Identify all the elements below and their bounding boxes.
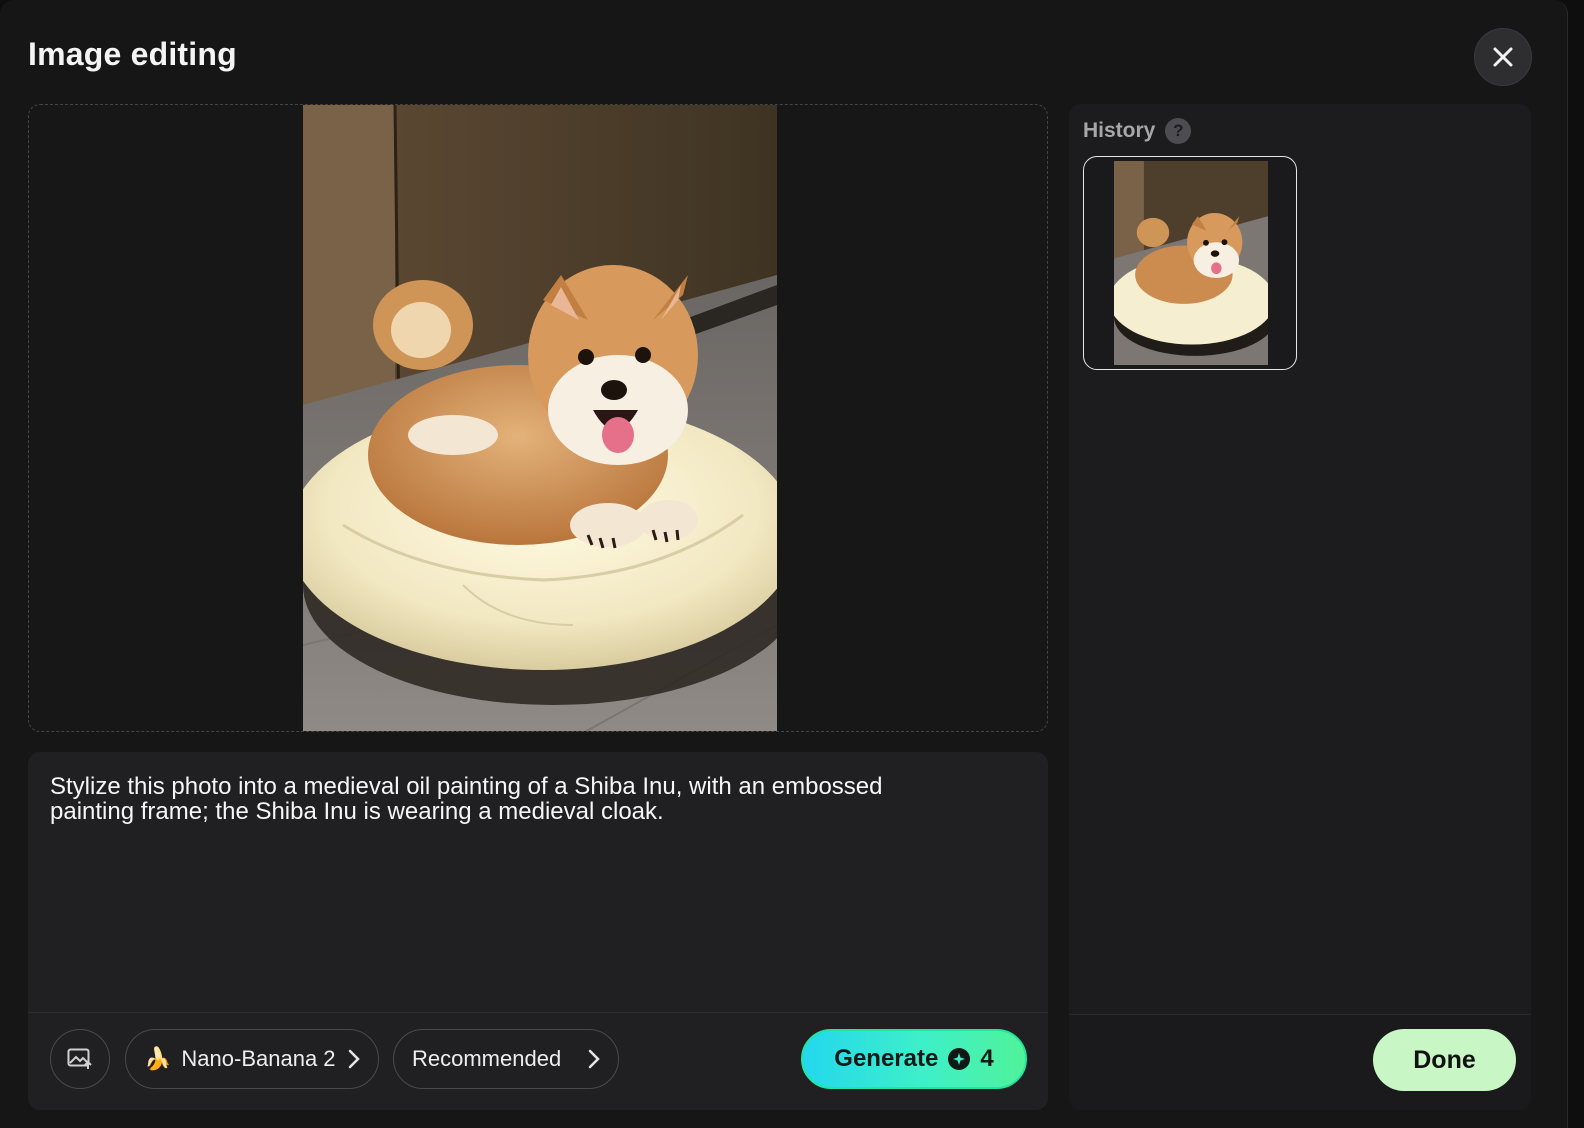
image-canvas[interactable] [28,104,1048,732]
generate-cost: 4 [980,1045,994,1072]
credit-icon [948,1048,971,1070]
banana-icon: 🍌 [144,1046,172,1071]
image-editing-modal: Image editing Stylize this photo into a … [0,0,1568,1128]
history-panel: History ? Done [1069,104,1531,1110]
style-label: Recommended [412,1046,562,1071]
chevron-right-icon [588,1049,600,1069]
history-footer: Done [1069,1014,1531,1110]
image-upload-icon [67,1048,92,1069]
upload-image-button[interactable] [50,1029,110,1089]
prompt-toolbar: 🍌 Nano-Banana 2 Recommended Generate 4 [28,1012,1048,1110]
history-thumbnail-image [1114,161,1268,365]
model-selector[interactable]: 🍌 Nano-Banana 2 [125,1029,379,1089]
generate-label: Generate [834,1045,939,1072]
history-thumbnail[interactable] [1083,156,1297,370]
modal-title: Image editing [28,36,237,72]
history-title: History [1083,119,1156,142]
history-header: History ? [1083,118,1192,144]
source-image [303,105,777,731]
prompt-panel: Stylize this photo into a medieval oil p… [28,752,1048,1110]
style-selector[interactable]: Recommended [393,1029,619,1089]
generate-button[interactable]: Generate 4 [801,1029,1027,1089]
close-icon [1493,47,1513,67]
chevron-right-icon [348,1049,360,1069]
prompt-textarea[interactable]: Stylize this photo into a medieval oil p… [50,774,1010,824]
close-button[interactable] [1474,28,1532,86]
model-label: Nano-Banana 2 [181,1046,336,1071]
done-button[interactable]: Done [1373,1029,1516,1091]
help-icon[interactable]: ? [1165,118,1192,144]
